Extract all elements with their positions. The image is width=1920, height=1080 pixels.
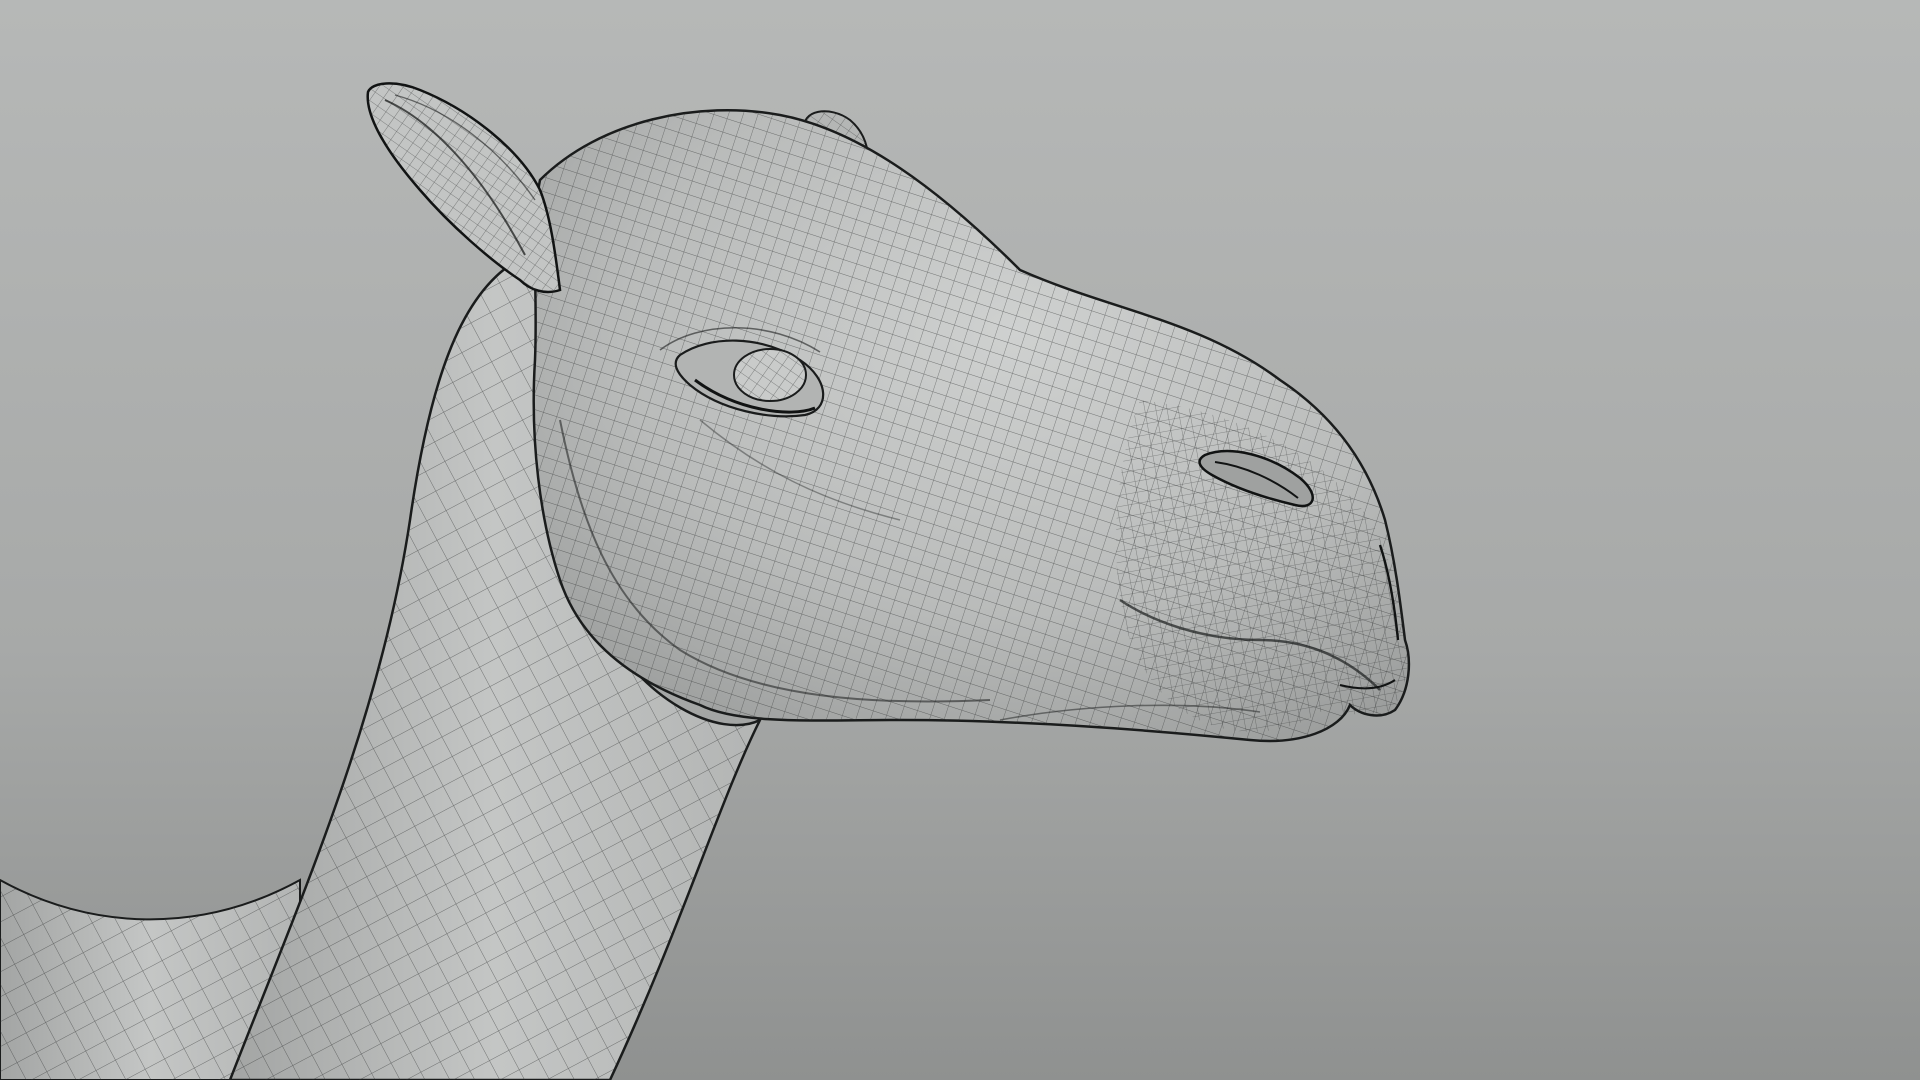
viewport	[0, 0, 1920, 1080]
render-canvas	[0, 0, 1920, 1080]
